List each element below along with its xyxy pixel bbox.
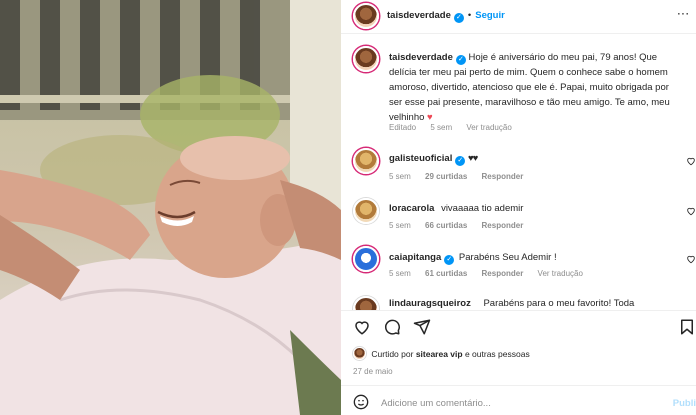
header-user-line: taisdeverdade ✓ • Seguir [387,10,505,23]
comment-meta: 5 sem 29 curtidas Responder [389,172,535,181]
comment-text: Parabéns para o meu favorito! Toda [483,298,635,309]
comment-username[interactable]: lindauragsqueiroz [389,298,471,309]
comment-likes[interactable]: 61 curtidas [425,269,467,278]
comment-like-icon[interactable] [686,254,696,264]
comment-partial: lindauragsqueiroz Parabéns para o meu fa… [341,290,696,310]
caption-text: taisdeverdade ✓ Hoje é aniversário do meu… [389,50,679,125]
comment-avatar[interactable] [353,198,379,224]
red-heart-emoji: ♥ [427,112,433,123]
verified-icon: ✓ [455,156,466,166]
comment-username[interactable]: loracarola [389,203,434,214]
liked-by-suffix[interactable]: e outras pessoas [465,349,530,359]
photo-illustration [0,0,341,415]
comment-line: lindauragsqueiroz Parabéns para o meu fa… [389,298,634,309]
comment-like-icon[interactable] [686,156,696,166]
liked-by-line: Curtido por sitearea vip e outras pessoa… [353,347,530,360]
comment-likes[interactable]: 29 curtidas [425,172,467,181]
comments-divider [341,310,696,311]
footer-divider [341,385,696,386]
follow-button[interactable]: Seguir [475,10,505,21]
comment-avatar[interactable] [353,246,379,272]
edited-label: Editado [389,123,417,132]
comment-likes[interactable]: 66 curtidas [425,221,467,230]
more-options-icon[interactable]: ··· [678,9,691,20]
post-header: taisdeverdade ✓ • Seguir ··· [341,0,696,33]
verified-icon: ✓ [453,13,464,23]
comment-avatar[interactable] [353,296,379,310]
publish-button[interactable]: Publi [673,398,696,409]
comment-text: ♥♥ [468,153,478,164]
verified-icon: ✓ [444,255,455,265]
share-icon[interactable] [413,318,431,336]
caption-time[interactable]: 5 sem [430,123,452,132]
comment-text: Parabéns Seu Ademir ! [458,252,557,263]
comment-line: caiapitanga ✓ Parabéns Seu Ademir ! [389,252,557,265]
reply-button[interactable]: Responder [482,172,524,181]
comment-avatar[interactable] [353,148,379,174]
smiley-icon[interactable] [353,394,369,410]
comment-input[interactable]: Adicione um comentário... [381,398,491,409]
comment-icon[interactable] [383,318,401,336]
comment-username[interactable]: caiapitanga [389,252,441,263]
separator-dot: • [467,10,472,21]
verified-icon: ✓ [455,55,466,65]
liked-by-user[interactable]: sitearea vip [416,349,463,359]
comment-username[interactable]: galisteuoficial [389,153,452,164]
reply-button[interactable]: Responder [482,269,524,278]
bookmark-icon[interactable] [678,318,696,336]
author-avatar[interactable] [353,3,379,29]
caption-meta: Editado 5 sem Ver tradução [389,123,524,132]
post-side-panel: taisdeverdade ✓ • Seguir ··· taisdeverdade ✓… [341,0,696,415]
caption-username[interactable]: taisdeverdade [389,52,453,63]
heart-icon[interactable] [353,318,371,336]
see-translation-link[interactable]: Ver tradução [538,269,583,278]
comment-like-icon[interactable] [686,206,696,216]
caption-avatar[interactable] [353,46,379,72]
comment-meta: 5 sem 61 curtidas Responder Ver tradução [389,269,595,278]
comment-text: vivaaaaa tio ademir [441,203,524,214]
post-date[interactable]: 27 de maio [353,367,393,376]
see-translation-link[interactable]: Ver tradução [466,123,511,132]
post-photo[interactable] [0,0,341,415]
liked-by-prefix: Curtido por [371,349,414,359]
comment-time[interactable]: 5 sem [389,269,411,278]
comment-meta: 5 sem 66 curtidas Responder [389,221,535,230]
reply-button[interactable]: Responder [482,221,524,230]
author-username[interactable]: taisdeverdade [387,10,451,21]
comment-line: loracarola vivaaaaa tio ademir [389,203,523,214]
liker-avatar[interactable] [353,347,366,360]
comment-line: galisteuoficial ✓ ♥♥ [389,153,478,166]
header-divider [341,33,696,34]
instagram-post: taisdeverdade ✓ • Seguir ··· taisdeverdade ✓… [0,0,696,415]
comment-time[interactable]: 5 sem [389,221,411,230]
comment-time[interactable]: 5 sem [389,172,411,181]
